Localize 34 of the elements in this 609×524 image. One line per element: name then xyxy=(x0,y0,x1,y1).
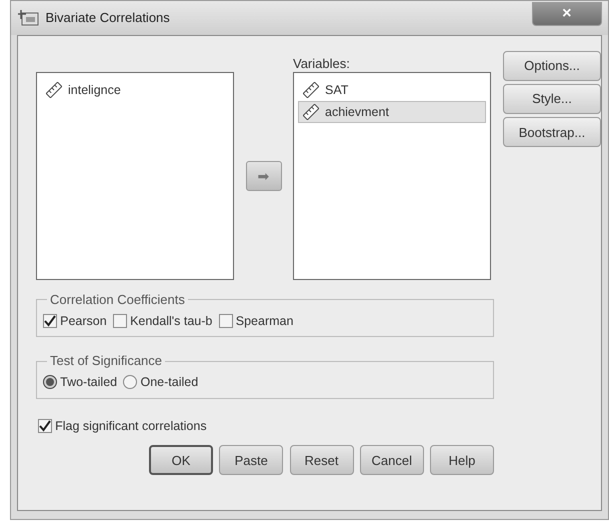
dialog-button[interactable]: Reset xyxy=(290,445,354,476)
list-item[interactable]: SAT xyxy=(298,79,486,101)
ruler-icon xyxy=(303,82,319,98)
app-icon xyxy=(17,9,40,27)
checkbox-label: Spearman xyxy=(236,312,294,330)
checkbox-label: Pearson xyxy=(60,312,107,330)
ruler-icon xyxy=(303,104,319,120)
variables-label: Variables: xyxy=(293,55,351,72)
radio-label: Two-tailed xyxy=(60,374,118,391)
checkbox[interactable] xyxy=(43,314,57,328)
checkbox-label: Kendall's tau-b xyxy=(130,312,212,330)
group-legend: Test of Significance xyxy=(47,351,166,371)
dialog-button[interactable]: Paste xyxy=(219,445,284,476)
radio-button[interactable] xyxy=(123,375,138,390)
dialog-button[interactable]: Cancel xyxy=(360,445,424,476)
checkbox[interactable] xyxy=(218,314,233,328)
close-button[interactable]: × xyxy=(532,2,602,26)
side-button[interactable]: Bootstrap... xyxy=(503,117,601,148)
radio-button[interactable] xyxy=(43,375,57,390)
dialog-button[interactable]: OK xyxy=(149,445,213,476)
checkbox-label: Flag significant correlations xyxy=(55,418,207,435)
ruler-icon xyxy=(46,82,62,98)
dialog-button[interactable]: Help xyxy=(430,445,494,476)
checkbox[interactable] xyxy=(112,314,127,328)
variables-list[interactable]: SAT achievment xyxy=(293,72,491,280)
list-item[interactable]: achievment xyxy=(298,101,486,123)
group-legend: Correlation Coefficients xyxy=(47,290,188,310)
window-title: Bivariate Correlations xyxy=(46,9,170,28)
checkbox[interactable] xyxy=(38,418,52,433)
radio-label: One-tailed xyxy=(140,374,198,391)
side-button[interactable]: Style... xyxy=(503,84,601,114)
side-button[interactable]: Options... xyxy=(503,51,601,81)
list-item[interactable]: intelignce xyxy=(41,79,229,101)
source-variable-list[interactable]: intelignce xyxy=(36,72,234,280)
